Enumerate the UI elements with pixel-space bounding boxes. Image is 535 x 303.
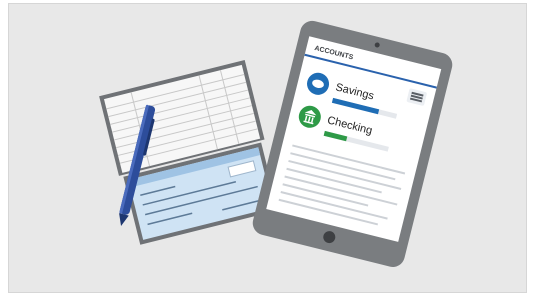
tablet: ACCOUNTS Savings Checking: [252, 20, 453, 267]
illustration-frame: ACCOUNTS Savings Checking: [8, 3, 527, 293]
pen-tip: [119, 213, 129, 227]
banking-illustration: ACCOUNTS Savings Checking: [99, 20, 453, 267]
